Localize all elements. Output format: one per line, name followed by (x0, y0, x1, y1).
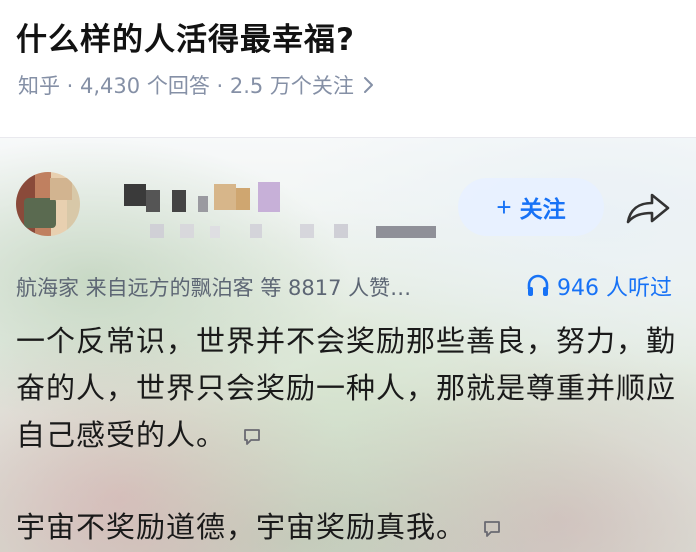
answer-card: + 关注 航海家 来自远方的飘泊客 等 8817 人赞… 946 人听过 一个反… (0, 138, 696, 552)
answer-paragraph-text: 一个反常识，世界并不会奖励那些善良，努力，勤奋的人，世界只会奖励一种人，那就是尊… (16, 324, 677, 452)
share-icon[interactable] (624, 188, 672, 228)
question-stats: 知乎 · 4,430 个回答 · 2.5 万个关注 (18, 74, 354, 98)
author-name-censored[interactable] (124, 182, 284, 214)
follow-label: 关注 (519, 196, 566, 222)
question-header: 什么样的人活得最幸福? 知乎 · 4,430 个回答 · 2.5 万个关注 (0, 0, 696, 136)
comment-bubble-icon[interactable] (482, 519, 502, 539)
answer-paragraph[interactable]: 宇宙不奖励道德，宇宙奖励真我。 (16, 504, 676, 551)
upvote-summary[interactable]: 航海家 来自远方的飘泊客 等 8817 人赞… (16, 272, 411, 302)
headphone-icon (527, 274, 549, 296)
answer-paragraph[interactable]: 一个反常识，世界并不会奖励那些善良，努力，勤奋的人，世界只会奖励一种人，那就是尊… (16, 318, 676, 459)
comment-bubble-icon[interactable] (242, 427, 262, 447)
chevron-right-icon (363, 77, 373, 93)
plus-icon: + (496, 191, 512, 222)
question-meta[interactable]: 知乎 · 4,430 个回答 · 2.5 万个关注 (18, 70, 376, 100)
follow-button[interactable]: + 关注 (458, 178, 604, 236)
author-bio-censored (150, 224, 450, 240)
answer-paragraph-text: 宇宙不奖励道德，宇宙奖励真我。 (16, 510, 467, 544)
listen-count[interactable]: 946 人听过 (525, 270, 672, 302)
avatar[interactable] (16, 172, 80, 236)
listen-label: 946 人听过 (557, 276, 672, 301)
question-title[interactable]: 什么样的人活得最幸福? (16, 14, 355, 59)
